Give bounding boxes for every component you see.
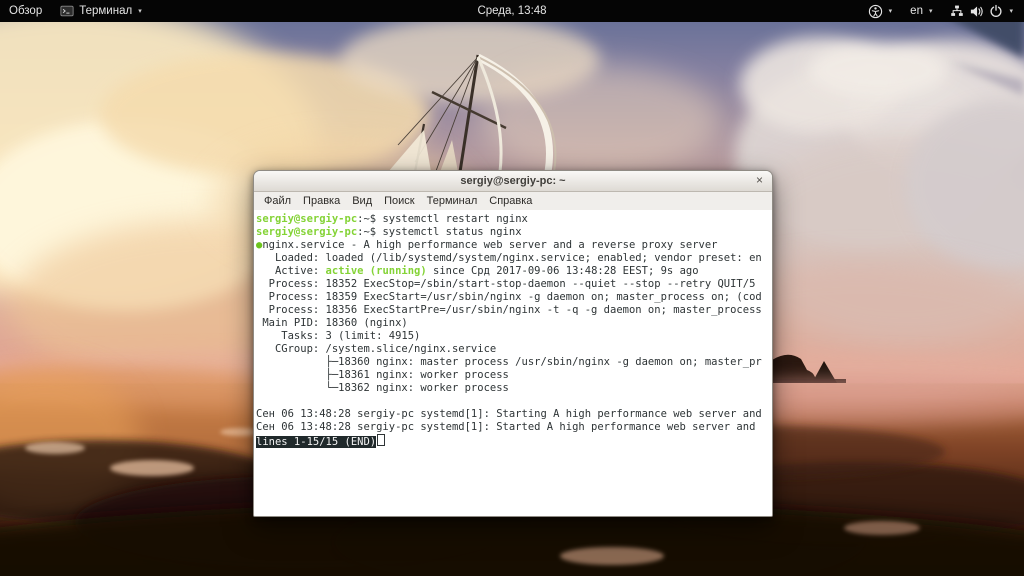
menu-file[interactable]: Файл (258, 192, 297, 210)
chevron-down-icon: ▾ (929, 7, 933, 15)
chevron-down-icon: ▾ (1009, 7, 1013, 15)
terminal-text-segment: └─18362 nginx: worker process (256, 382, 509, 394)
terminal-text-segment: :~$ systemctl status nginx (357, 226, 521, 238)
chevron-down-icon: ▾ (138, 7, 142, 15)
window-title: sergiy@sergiy-pc: ~ (254, 171, 772, 191)
terminal-line: Сен 06 13:48:28 sergiy-pc systemd[1]: St… (256, 421, 772, 434)
terminal-cursor (377, 434, 385, 446)
terminal-text-segment: Process: 18352 ExecStop=/sbin/start-stop… (256, 278, 755, 290)
menu-view[interactable]: Вид (346, 192, 378, 210)
close-button[interactable]: × (753, 171, 766, 190)
window-menubar: Файл Правка Вид Поиск Терминал Справка (254, 192, 772, 211)
terminal-line: Process: 18356 ExecStartPre=/usr/sbin/ng… (256, 304, 772, 317)
accessibility-icon (868, 4, 883, 19)
activities-label: Обзор (9, 5, 42, 17)
terminal-text-segment: ├─18361 nginx: worker process (256, 369, 509, 381)
terminal-text-segment: lines 1-15/15 (END) (256, 436, 376, 448)
terminal-text-segment: CGroup: /system.slice/nginx.service (256, 343, 496, 355)
terminal-text-segment: Main PID: 18360 (nginx) (256, 317, 408, 329)
chevron-down-icon: ▾ (889, 7, 893, 15)
terminal-line: lines 1-15/15 (END) (256, 434, 772, 447)
terminal-line: └─18362 nginx: worker process (256, 382, 772, 395)
terminal-line: Loaded: loaded (/lib/systemd/system/ngin… (256, 252, 772, 265)
terminal-text-segment: Active: (256, 265, 326, 277)
terminal-line: Tasks: 3 (limit: 4915) (256, 330, 772, 343)
terminal-line: Сен 06 13:48:28 sergiy-pc systemd[1]: St… (256, 408, 772, 421)
terminal-text-segment: Tasks: 3 (limit: 4915) (256, 330, 420, 342)
network-icon (950, 4, 964, 18)
menu-help[interactable]: Справка (483, 192, 538, 210)
accessibility-menu-button[interactable]: ▾ (859, 0, 902, 22)
terminal-output[interactable]: sergiy@sergiy-pc:~$ systemctl restart ng… (254, 210, 772, 516)
terminal-text-segment: Сен 06 13:48:28 sergiy-pc systemd[1]: St… (256, 421, 755, 433)
terminal-line: ●nginx.service - A high performance web … (256, 239, 772, 252)
menu-terminal[interactable]: Терминал (421, 192, 484, 210)
menu-edit[interactable]: Правка (297, 192, 346, 210)
terminal-text-segment: active (running) (326, 265, 427, 277)
terminal-text-segment: Process: 18356 ExecStartPre=/usr/sbin/ng… (256, 304, 762, 316)
terminal-text-segment: Loaded: loaded (/lib/systemd/system/ngin… (256, 252, 762, 264)
menu-search[interactable]: Поиск (378, 192, 420, 210)
terminal-line: ├─18361 nginx: worker process (256, 369, 772, 382)
terminal-line: Main PID: 18360 (nginx) (256, 317, 772, 330)
system-menu-button[interactable]: ▾ (941, 0, 1022, 22)
terminal-line: Active: active (running) since Срд 2017-… (256, 265, 772, 278)
activities-button[interactable]: Обзор (0, 0, 51, 22)
terminal-text-segment: sergiy@sergiy-pc (256, 226, 357, 238)
desktop-stage: Обзор Терминал ▾ Среда, 13:48 (0, 0, 1024, 576)
terminal-window: sergiy@sergiy-pc: ~ × Файл Правка Вид По… (253, 170, 773, 517)
keyboard-layout-label: en (910, 5, 923, 17)
terminal-line: ├─18360 nginx: master process /usr/sbin/… (256, 356, 772, 369)
keyboard-layout-button[interactable]: en ▾ (901, 0, 941, 22)
terminal-text-segment: sergiy@sergiy-pc (256, 213, 357, 225)
app-menu-label: Терминал (79, 5, 132, 17)
terminal-line: Process: 18352 ExecStop=/sbin/start-stop… (256, 278, 772, 291)
terminal-line: Process: 18359 ExecStart=/usr/sbin/nginx… (256, 291, 772, 304)
terminal-text-segment: ├─18360 nginx: master process /usr/sbin/… (256, 356, 762, 368)
terminal-text-segment: Process: 18359 ExecStart=/usr/sbin/nginx… (256, 291, 762, 303)
terminal-line: CGroup: /system.slice/nginx.service (256, 343, 772, 356)
app-menu-button[interactable]: Терминал ▾ (51, 0, 150, 22)
terminal-text-segment: nginx.service - A high performance web s… (262, 239, 717, 251)
clock-button[interactable]: Среда, 13:48 (468, 0, 555, 22)
terminal-text-segment: :~$ systemctl restart nginx (357, 213, 528, 225)
window-titlebar[interactable]: sergiy@sergiy-pc: ~ × (254, 171, 772, 192)
top-bar: Обзор Терминал ▾ Среда, 13:48 (0, 0, 1024, 22)
terminal-line: sergiy@sergiy-pc:~$ systemctl status ngi… (256, 226, 772, 239)
terminal-icon (60, 4, 74, 18)
terminal-text-segment: since Срд 2017-09-06 13:48:28 EEST; 9s a… (427, 265, 699, 277)
terminal-line (256, 395, 772, 408)
terminal-text-segment: Сен 06 13:48:28 sergiy-pc systemd[1]: St… (256, 408, 762, 420)
clock-label: Среда, 13:48 (477, 5, 546, 17)
terminal-line: sergiy@sergiy-pc:~$ systemctl restart ng… (256, 213, 772, 226)
volume-icon (969, 4, 984, 19)
power-icon (989, 4, 1003, 18)
